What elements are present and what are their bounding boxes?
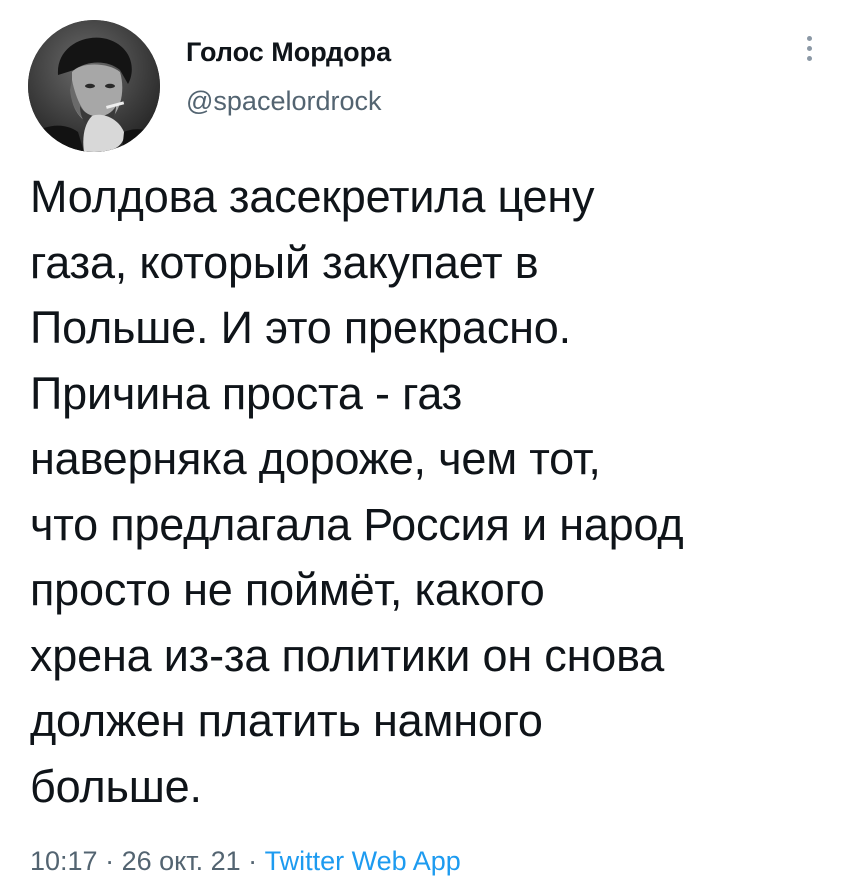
- tweet-text-line: больше.: [30, 760, 202, 812]
- more-dot: [806, 45, 812, 51]
- tweet-meta: 10:17 · 26 окт. 21 · Twitter Web App: [30, 843, 461, 879]
- tweet-date[interactable]: 26 окт. 21: [122, 846, 241, 876]
- tweet-time[interactable]: 10:17: [30, 846, 98, 876]
- tweet-text-line: газа, который закупает в: [30, 236, 539, 288]
- tweet-text: Молдова засекретила цену газа, который з…: [30, 164, 830, 819]
- tweet-text-line: Молдова засекретила цену: [30, 171, 595, 222]
- meta-separator: ·: [240, 846, 265, 876]
- more-vertical-icon[interactable]: [796, 30, 822, 66]
- tweet-card: Голос Мордора @spacelordrock Молдова зас…: [0, 0, 850, 892]
- avatar[interactable]: [28, 20, 160, 152]
- author-handle[interactable]: @spacelordrock: [186, 85, 382, 117]
- more-dot: [806, 35, 812, 41]
- tweet-text-line: Польше. И это прекрасно.: [30, 302, 571, 353]
- tweet-source-link[interactable]: Twitter Web App: [265, 846, 461, 876]
- avatar-photo: [28, 20, 160, 152]
- tweet-text-line: хрена из-за политики он снова: [30, 629, 665, 681]
- meta-separator: ·: [97, 846, 122, 876]
- more-dot: [806, 55, 812, 61]
- tweet-text-line: Причина проста - газ: [30, 367, 463, 419]
- tweet-text-line: что предлагала Россия и народ: [30, 498, 684, 550]
- tweet-text-line: наверняка дороже, чем тот,: [30, 433, 601, 484]
- tweet-text-line: должен платить намного: [30, 695, 543, 746]
- author-name[interactable]: Голос Мордора: [186, 36, 391, 68]
- tweet-text-line: просто не поймёт, какого: [30, 564, 545, 615]
